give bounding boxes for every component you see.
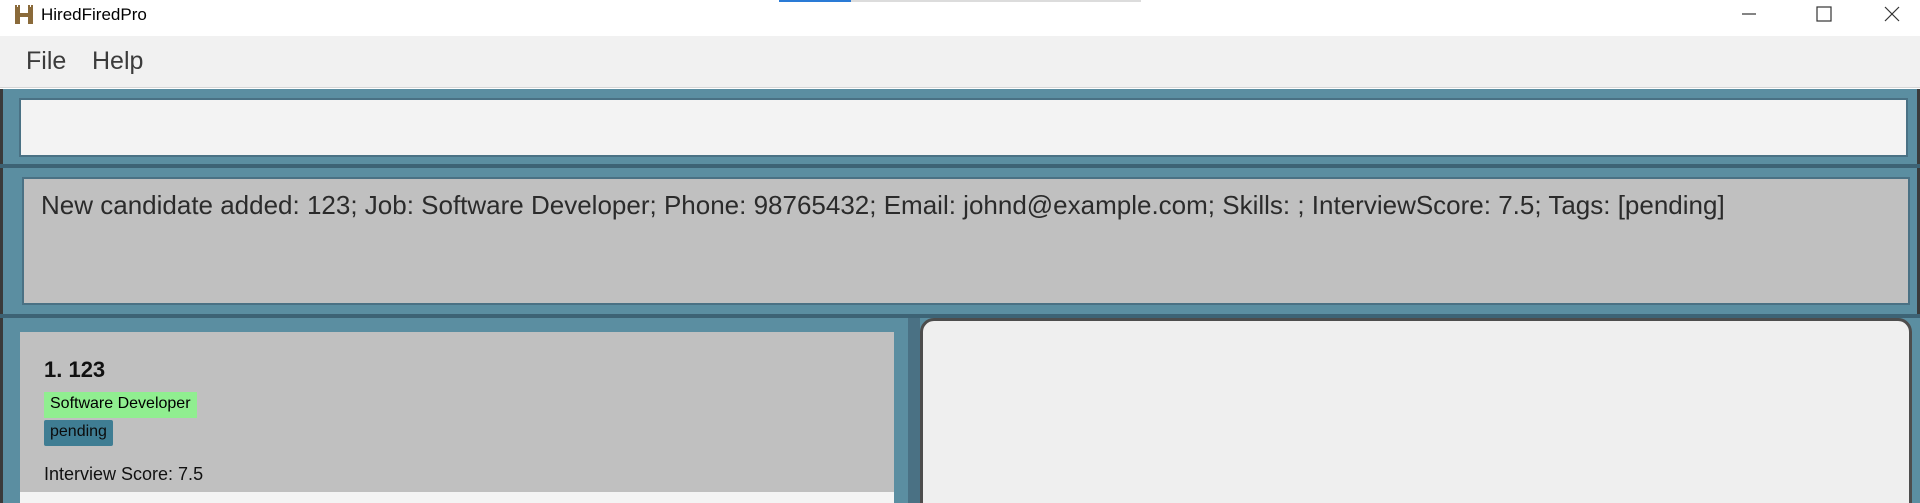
candidate-list-panel: 1. 123 Software Developer pending Interv… <box>0 318 908 503</box>
menu-bar: File Help <box>0 36 1920 88</box>
maximize-icon <box>1816 6 1832 22</box>
close-icon <box>1884 6 1900 22</box>
candidate-detail-panel <box>920 318 1912 503</box>
title-accent-bar-secondary <box>851 0 1141 2</box>
interview-score: Interview Score: 7.5 <box>44 464 204 484</box>
window-title: HiredFiredPro <box>41 5 147 24</box>
title-bar: HiredFiredPro <box>0 0 1920 36</box>
job-tag: Software Developer <box>44 392 197 418</box>
minimize-button[interactable] <box>1713 0 1783 30</box>
list-item-next[interactable] <box>20 492 894 503</box>
close-button[interactable] <box>1852 0 1920 30</box>
detail-panel-container <box>920 318 1920 503</box>
split-pane-divider[interactable] <box>908 318 920 503</box>
result-display-panel: New candidate added: 123; Job: Software … <box>0 168 1920 314</box>
command-box-panel <box>0 89 1920 164</box>
castle-icon <box>15 5 33 24</box>
status-tag: pending <box>44 420 113 446</box>
candidate-card[interactable]: 1. 123 Software Developer pending Interv… <box>20 332 894 492</box>
candidate-name: 1. 123 <box>44 357 106 382</box>
result-display: New candidate added: 123; Job: Software … <box>22 177 1910 305</box>
title-accent-bar <box>779 0 851 2</box>
menu-file[interactable]: File <box>26 47 66 76</box>
maximize-button[interactable] <box>1782 0 1852 30</box>
command-input[interactable] <box>19 98 1908 157</box>
minimize-icon <box>1742 13 1756 15</box>
menu-help[interactable]: Help <box>92 47 143 76</box>
